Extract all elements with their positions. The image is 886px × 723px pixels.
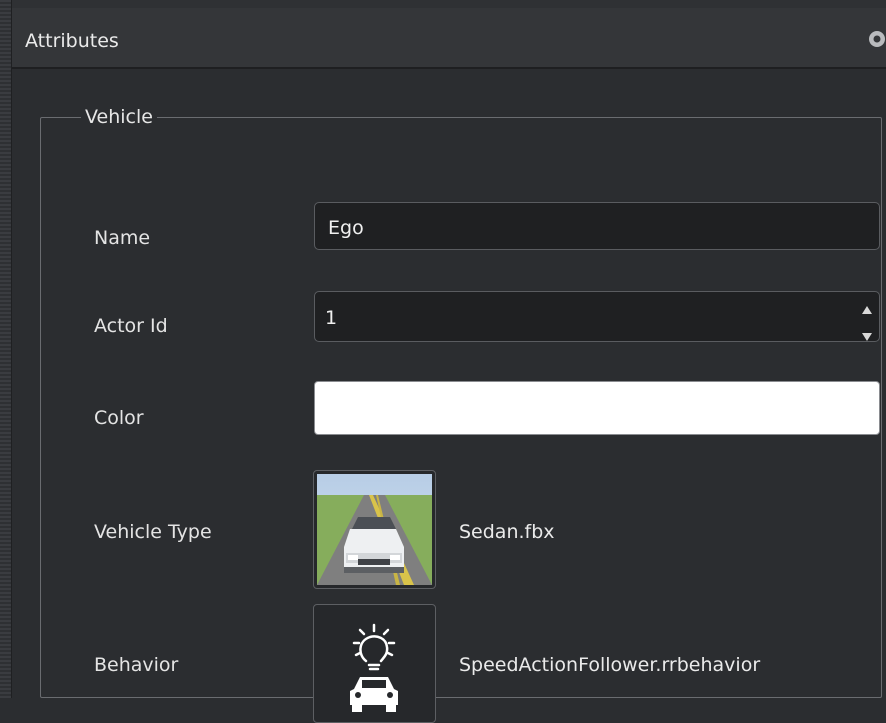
panel-body: Vehicle Name Ego Actor Id 1 Color Vehicl… xyxy=(12,71,886,723)
actor-id-label: Actor Id xyxy=(94,315,168,337)
spin-down-arrow-icon[interactable] xyxy=(861,325,873,341)
name-label: Name xyxy=(94,227,151,249)
vehicle-type-label: Vehicle Type xyxy=(94,521,212,543)
settings-dot-icon[interactable] xyxy=(868,30,886,48)
panel-title: Attributes xyxy=(25,30,119,52)
behavior-thumbnail[interactable] xyxy=(313,604,436,723)
actor-id-spinbox[interactable]: 1 xyxy=(314,291,880,342)
behavior-asset-name: SpeedActionFollower.rrbehavior xyxy=(459,654,761,676)
actor-id-value: 1 xyxy=(325,307,338,329)
vehicle-type-thumbnail[interactable] xyxy=(313,470,436,589)
dock-splitter-handle[interactable] xyxy=(0,0,12,698)
vehicle-group: Vehicle Name Ego Actor Id 1 Color Vehicl… xyxy=(40,106,882,723)
window-top-strip xyxy=(0,0,886,8)
behavior-label: Behavior xyxy=(94,654,179,676)
name-input[interactable]: Ego xyxy=(314,202,880,250)
sedan-thumbnail-icon xyxy=(317,474,432,585)
vehicle-type-asset-name: Sedan.fbx xyxy=(459,521,555,543)
vehicle-group-legend: Vehicle xyxy=(85,106,153,128)
panel-header: Attributes xyxy=(12,8,886,69)
color-swatch-button[interactable] xyxy=(314,381,880,435)
color-label: Color xyxy=(94,407,144,429)
behavior-lightbulb-car-icon xyxy=(350,623,398,712)
spin-up-arrow-icon[interactable] xyxy=(861,298,873,314)
